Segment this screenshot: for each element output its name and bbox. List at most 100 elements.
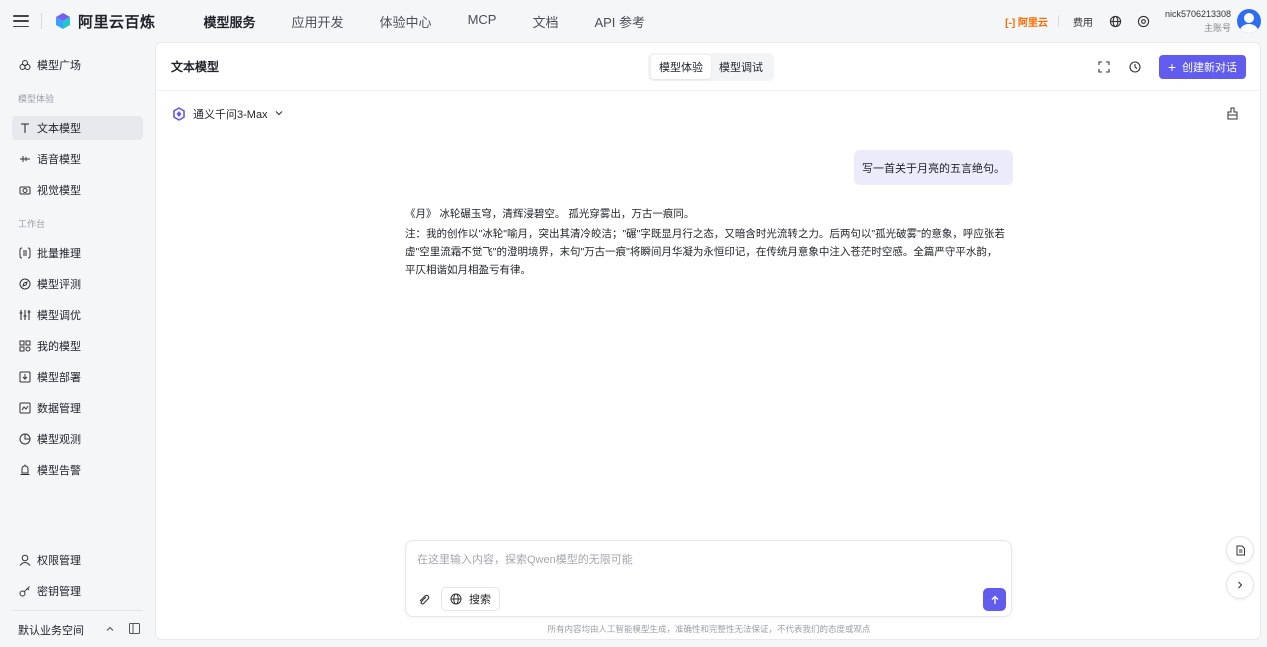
assistant-message: 《月》 冰轮碾玉穹，清辉浸碧空。 孤光穿雾出，万古一痕同。 注：我的创作以"冰轮… bbox=[405, 205, 1005, 281]
avatar[interactable] bbox=[1237, 9, 1261, 33]
sidebar-item-label: 模型评测 bbox=[37, 279, 81, 291]
nav-app-dev[interactable]: 应用开发 bbox=[274, 12, 362, 31]
header-actions: + 创建新对话 bbox=[1097, 55, 1246, 79]
tab-model-experience[interactable]: 模型体验 bbox=[651, 55, 711, 79]
sidebar-item-label: 视觉模型 bbox=[37, 185, 81, 197]
workspace-name: 默认业务空间 bbox=[18, 625, 84, 637]
fee-link[interactable]: 费用 bbox=[1073, 14, 1093, 29]
search-toggle-button[interactable]: 搜索 bbox=[441, 587, 500, 611]
send-button[interactable] bbox=[983, 588, 1006, 611]
workspace-switcher[interactable]: 默认业务空间 bbox=[18, 622, 140, 638]
main-panel: 文本模型 模型体验 模型调试 + 创建新对话 通义千问3-Max 写一首关于月亮… bbox=[155, 42, 1261, 640]
sidebar-item-model-tuning[interactable]: 模型调优 bbox=[12, 303, 143, 327]
sidebar: 模型广场 模型体验 文本模型 语音模型 视觉模型 工作台 批量推理 模型评测 模… bbox=[0, 42, 155, 647]
sidebar-item-label: 文本模型 bbox=[37, 123, 81, 135]
user-icon bbox=[19, 554, 31, 566]
plus-icon: + bbox=[1167, 59, 1176, 75]
document-button[interactable] bbox=[1226, 536, 1254, 564]
page-title: 文本模型 bbox=[171, 60, 220, 74]
nav-model-service[interactable]: 模型服务 bbox=[186, 12, 274, 31]
arrow-up-icon bbox=[991, 595, 998, 604]
aliyun-logo[interactable]: [-] 阿里云 bbox=[1005, 14, 1048, 29]
user-info[interactable]: nick5706213308 主账号 bbox=[1165, 9, 1231, 34]
brand-name: 阿里云百炼 bbox=[78, 13, 156, 31]
sidebar-item-keys[interactable]: 密钥管理 bbox=[12, 579, 143, 603]
brand[interactable]: 阿里云百炼 bbox=[54, 11, 156, 32]
sidebar-item-data-management[interactable]: 数据管理 bbox=[12, 396, 143, 420]
answer-poem: 《月》 冰轮碾玉穹，清辉浸碧空。 孤光穿雾出，万古一痕同。 bbox=[405, 208, 695, 220]
mode-tabs: 模型体验 模型调试 bbox=[648, 53, 774, 81]
disclaimer: 所有内容均由人工智能模型生成，准确性和完整性无法保证，不代表我们的态度或观点 bbox=[547, 624, 871, 634]
clear-conversation-icon[interactable] bbox=[1226, 107, 1240, 121]
tab-model-debug[interactable]: 模型调试 bbox=[711, 55, 771, 79]
new-chat-button[interactable]: + 创建新对话 bbox=[1158, 55, 1246, 79]
nav-mcp[interactable]: MCP bbox=[450, 12, 515, 31]
user-role: 主账号 bbox=[1203, 22, 1231, 33]
cube-icon bbox=[19, 59, 31, 71]
nav-experience-center[interactable]: 体验中心 bbox=[362, 12, 450, 31]
sidebar-group-label: 工作台 bbox=[18, 219, 46, 229]
history-icon[interactable] bbox=[1128, 60, 1142, 74]
menu-icon[interactable] bbox=[13, 15, 29, 27]
sidebar-item-voice-model[interactable]: 语音模型 bbox=[12, 147, 143, 171]
new-chat-label: 创建新对话 bbox=[1182, 62, 1237, 74]
message-input[interactable]: 在这里输入内容，探索Qwen模型的无限可能 bbox=[417, 551, 633, 567]
sidebar-item-model-observe[interactable]: 模型观测 bbox=[12, 427, 143, 451]
sidebar-item-label: 模型告警 bbox=[37, 465, 81, 477]
sidebar-item-label: 密钥管理 bbox=[37, 586, 81, 598]
sidebar-item-label: 模型广场 bbox=[37, 60, 81, 72]
model-name: 通义千问3-Max bbox=[193, 109, 268, 121]
camera-icon bbox=[19, 184, 31, 196]
collapse-sidebar-icon[interactable] bbox=[129, 623, 140, 637]
sidebar-item-label: 模型调优 bbox=[37, 310, 81, 322]
sidebar-item-label: 模型观测 bbox=[37, 434, 81, 446]
divider bbox=[41, 13, 42, 29]
sidebar-item-label: 数据管理 bbox=[37, 403, 81, 415]
waveform-icon bbox=[19, 153, 31, 165]
divider bbox=[1057, 15, 1059, 27]
sidebar-item-batch-inference[interactable]: 批量推理 bbox=[12, 241, 143, 265]
sidebar-item-text-model[interactable]: 文本模型 bbox=[12, 116, 143, 140]
bailian-logo-icon bbox=[56, 13, 70, 29]
top-nav: 模型服务 应用开发 体验中心 MCP 文档 API 参考 bbox=[186, 12, 664, 31]
pie-icon bbox=[19, 433, 31, 445]
sidebar-item-label: 语音模型 bbox=[37, 154, 81, 166]
chart-line-icon bbox=[19, 402, 31, 414]
fullscreen-icon[interactable] bbox=[1097, 60, 1111, 74]
sidebar-item-label: 批量推理 bbox=[37, 248, 81, 260]
sidebar-item-label: 权限管理 bbox=[37, 555, 81, 567]
search-label: 搜索 bbox=[469, 594, 491, 606]
chevron-down-icon bbox=[274, 108, 284, 121]
key-icon bbox=[19, 585, 31, 597]
expand-panel-button[interactable] bbox=[1226, 571, 1254, 599]
grid-icon bbox=[19, 340, 31, 352]
top-right: [-] 阿里云 费用 nick5706213308 主账号 bbox=[1005, 0, 1267, 42]
batch-icon bbox=[19, 247, 31, 259]
sidebar-item-vision-model[interactable]: 视觉模型 bbox=[12, 178, 143, 202]
user-message: 写一首关于月亮的五言绝句。 bbox=[854, 150, 1013, 185]
deploy-icon bbox=[19, 371, 31, 383]
sidebar-item-model-deploy[interactable]: 模型部署 bbox=[12, 365, 143, 389]
alarm-icon bbox=[19, 464, 31, 476]
chevron-up-icon[interactable] bbox=[105, 624, 115, 637]
text-icon bbox=[19, 122, 31, 134]
settings-icon[interactable] bbox=[1137, 14, 1151, 28]
globe-icon bbox=[450, 593, 462, 605]
sidebar-item-model-alert[interactable]: 模型告警 bbox=[12, 458, 143, 482]
document-icon bbox=[1236, 545, 1245, 555]
sidebar-item-my-models[interactable]: 我的模型 bbox=[12, 334, 143, 358]
nav-docs[interactable]: 文档 bbox=[514, 12, 576, 31]
sidebar-item-permissions[interactable]: 权限管理 bbox=[12, 548, 143, 572]
model-selector[interactable]: 通义千问3-Max bbox=[172, 106, 284, 122]
top-bar: 阿里云百炼 模型服务 应用开发 体验中心 MCP 文档 API 参考 [-] 阿… bbox=[0, 0, 1267, 42]
paperclip-icon[interactable] bbox=[417, 593, 431, 607]
chevron-right-icon bbox=[1238, 581, 1243, 589]
globe-icon[interactable] bbox=[1109, 14, 1123, 28]
qwen-logo-icon bbox=[173, 107, 185, 121]
compass-icon bbox=[19, 278, 31, 290]
sidebar-item-model-eval[interactable]: 模型评测 bbox=[12, 272, 143, 296]
nav-api-reference[interactable]: API 参考 bbox=[576, 12, 663, 31]
sidebar-item-model-square[interactable]: 模型广场 bbox=[12, 53, 143, 77]
chat-composer: 在这里输入内容，探索Qwen模型的无限可能 搜索 bbox=[405, 540, 1012, 617]
divider bbox=[12, 610, 143, 611]
